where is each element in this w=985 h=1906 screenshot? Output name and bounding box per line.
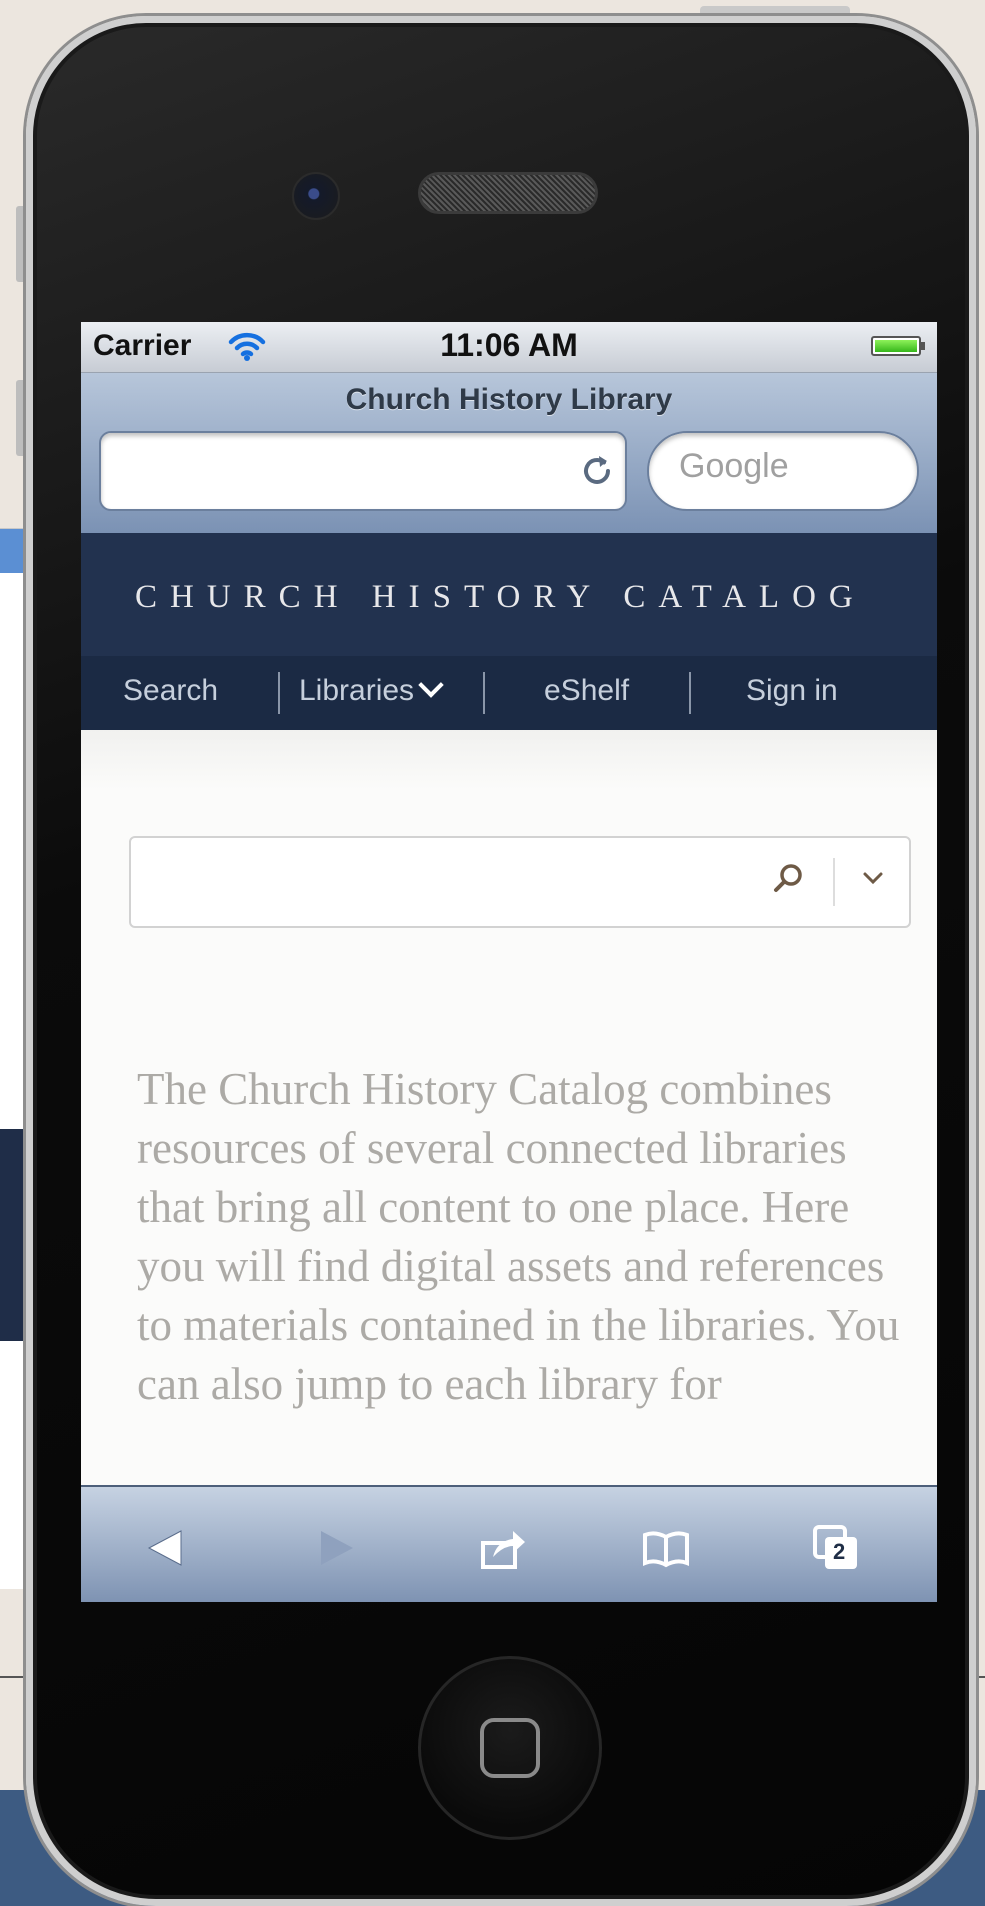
forward-icon[interactable] (311, 1523, 361, 1573)
back-icon[interactable] (141, 1523, 191, 1573)
nav-item-label: eShelf (544, 674, 630, 707)
front-camera (292, 172, 340, 220)
chevron-down-icon[interactable] (861, 866, 885, 890)
tabs-count: 2 (833, 1539, 846, 1564)
nav-item-label: Search (123, 674, 219, 707)
battery-icon (871, 336, 921, 356)
home-square-icon (480, 1718, 540, 1778)
nav-separator (689, 672, 691, 714)
nav-item-label: Sign in (746, 674, 838, 707)
battery-tip (921, 342, 925, 350)
home-button[interactable] (418, 1656, 602, 1840)
phone-screen: Carrier 11:06 AM Church History Library … (81, 322, 937, 1602)
share-icon[interactable] (479, 1523, 529, 1573)
earpiece-speaker (418, 172, 598, 214)
clock: 11:06 AM (440, 327, 578, 363)
nav-item-libraries[interactable]: Libraries (299, 672, 444, 708)
nav-item-search[interactable]: Search (123, 674, 218, 708)
status-bar: Carrier 11:06 AM (81, 322, 937, 373)
search-icon[interactable] (767, 858, 809, 900)
bookmarks-icon[interactable] (641, 1523, 691, 1573)
site-title[interactable]: CHURCH HISTORY CATALOG (135, 579, 866, 616)
browser-toolbar-top: Church History Library Google (81, 373, 937, 534)
page-title: Church History Library (345, 383, 673, 416)
search-engine-field[interactable]: Google (647, 431, 919, 511)
nav-item-label: Libraries (299, 674, 415, 707)
chevron-down-icon (418, 672, 444, 698)
nav-item-eshelf[interactable]: eShelf (544, 674, 629, 708)
catalog-description: The Church History Catalog combines reso… (137, 1064, 900, 1409)
nav-separator (483, 672, 485, 714)
url-field[interactable] (99, 431, 627, 511)
search-divider (833, 858, 835, 906)
site-header: CHURCH HISTORY CATALOG (81, 533, 937, 656)
reload-icon[interactable] (577, 451, 617, 491)
browser-toolbar-bottom: 2 (81, 1485, 937, 1602)
main-content: The Church History Catalog combines reso… (81, 730, 937, 1602)
tabs-button[interactable]: 2 (811, 1523, 861, 1573)
catalog-search-input[interactable] (129, 836, 911, 928)
nav-item-sign-in[interactable]: Sign in (746, 674, 838, 708)
nav-separator (278, 672, 280, 714)
site-nav: Search Libraries eShelf Sign in (81, 656, 937, 730)
